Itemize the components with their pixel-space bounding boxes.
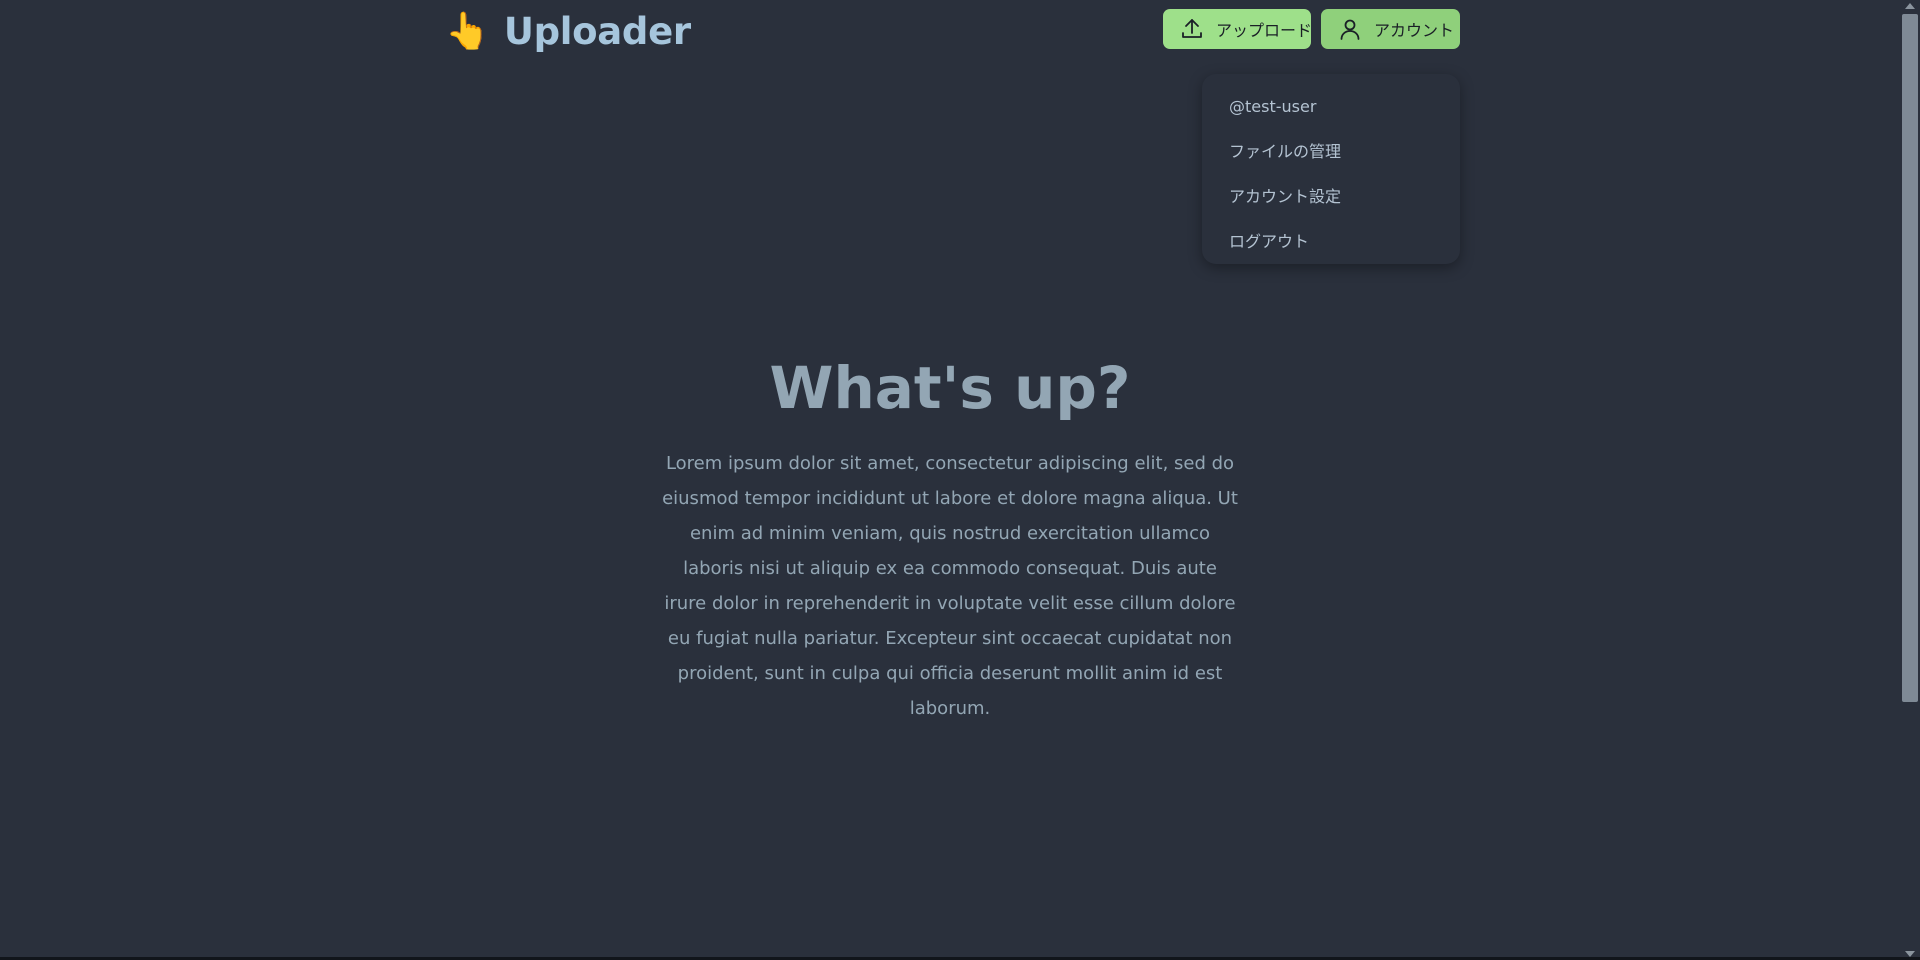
menu-item-logout[interactable]: ログアウト xyxy=(1202,219,1460,264)
menu-item-account-settings[interactable]: アカウント設定 xyxy=(1202,174,1460,219)
scroll-up-arrow-icon[interactable] xyxy=(1905,3,1915,9)
upload-button-label: アップロード xyxy=(1216,21,1313,40)
account-dropdown-menu: @test-user ファイルの管理 アカウント設定 ログアウト xyxy=(1202,74,1460,264)
brand-link[interactable]: 👆 Uploader xyxy=(445,8,691,56)
menu-item-username[interactable]: @test-user xyxy=(1202,84,1460,129)
page: 👆 Uploader アップロード アカウント @test-user ファイルの… xyxy=(0,0,1920,960)
account-button[interactable]: アカウント xyxy=(1321,9,1460,49)
hero-body-text: Lorem ipsum dolor sit amet, consectetur … xyxy=(662,453,1238,719)
account-button-label: アカウント xyxy=(1374,21,1455,40)
vertical-scrollbar[interactable] xyxy=(1900,0,1920,960)
upload-icon xyxy=(1182,19,1202,38)
pointing-hand-icon: 👆 xyxy=(445,11,490,52)
brand-title: Uploader xyxy=(503,10,691,53)
upload-button[interactable]: アップロード xyxy=(1163,9,1313,49)
menu-item-manage-files[interactable]: ファイルの管理 xyxy=(1202,129,1460,174)
user-icon xyxy=(1340,19,1360,40)
hero-title: What's up? xyxy=(769,354,1131,422)
scrollbar-thumb[interactable] xyxy=(1902,14,1918,702)
